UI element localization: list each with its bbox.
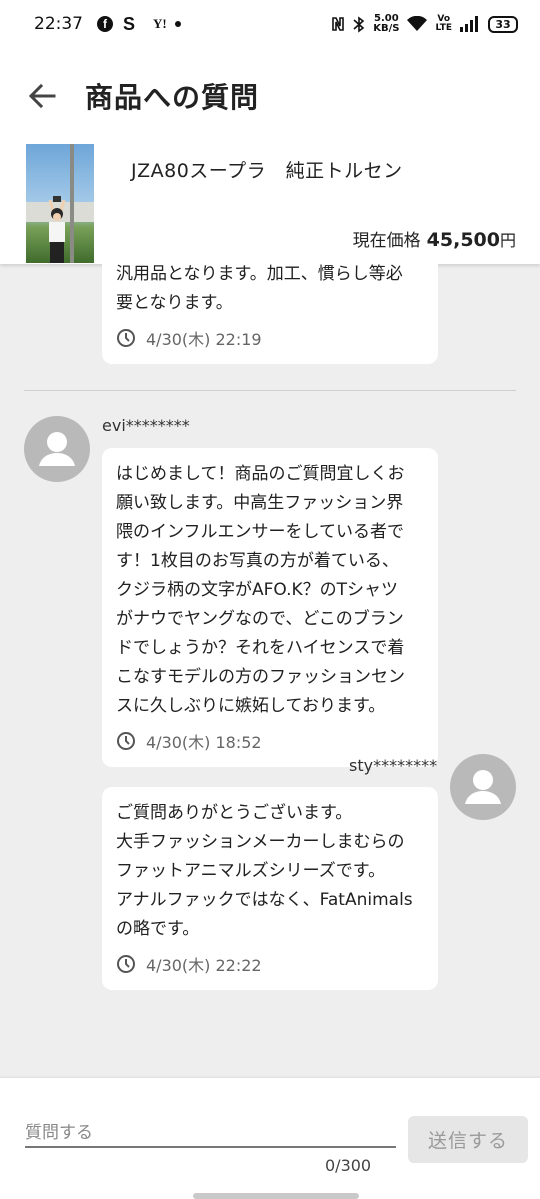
notification-icons: f S: [97, 14, 135, 35]
gesture-nav-bar[interactable]: [193, 1193, 359, 1199]
thread-divider: [24, 390, 516, 391]
thumbnail-person: [48, 196, 66, 263]
message-timestamp: 4/30(木) 22:22: [116, 952, 424, 976]
username: sty********: [349, 756, 438, 775]
facebook-icon: f: [97, 16, 113, 32]
product-summary[interactable]: JZA80スープラ 純正トルセン 現在価格 45,500 円: [0, 144, 540, 264]
nfc-icon: [332, 17, 345, 31]
question-input[interactable]: 質問する: [25, 1118, 93, 1143]
app-header: 商品への質問: [0, 48, 540, 144]
message-timestamp: 4/30(木) 22:19: [116, 326, 424, 350]
product-name: JZA80スープラ 純正トルセン: [131, 160, 403, 182]
avatar: [450, 754, 516, 820]
app-s-icon: S: [123, 13, 136, 34]
user-icon: [465, 770, 501, 804]
bluetooth-icon: [353, 15, 365, 33]
wifi-icon: [407, 16, 428, 31]
user-icon: [39, 432, 75, 466]
price-unit: 円: [499, 231, 516, 250]
message-text: 汎用品となります。加工、慣らし等必 要となります。: [116, 264, 403, 313]
status-bar: 22:37 f S Y! 5.00 KB/S Vo LTE 33: [0, 0, 540, 48]
clock-icon: [117, 732, 135, 750]
avatar: [24, 416, 90, 482]
message-timestamp: 4/30(木) 18:52: [116, 729, 424, 753]
page-title: 商品への質問: [85, 81, 260, 114]
message-text: ご質問ありがとうございます。 大手ファッションメーカーしまむらの ファットアニマ…: [116, 803, 413, 939]
question-thread[interactable]: 汎用品となります。加工、慣らし等必 要となります。 4/30(木) 22:19 …: [0, 264, 540, 1078]
volte-icon: Vo LTE: [435, 14, 452, 33]
yahoo-icon: Y!: [153, 16, 167, 31]
message-bubble: 汎用品となります。加工、慣らし等必 要となります。 4/30(木) 22:19: [102, 264, 438, 364]
send-button[interactable]: 送信する: [408, 1116, 528, 1163]
more-notifications-dot: [174, 21, 181, 27]
price-value: 45,500: [426, 229, 500, 251]
product-thumbnail[interactable]: [26, 144, 94, 263]
thumbnail-pole: [70, 144, 74, 263]
question-composer: 質問する 0/300 送信する: [0, 1078, 540, 1199]
current-price: 現在価格 45,500 円: [353, 226, 516, 251]
character-counter: 0/300: [325, 1156, 372, 1175]
status-time: 22:37: [34, 14, 83, 34]
clock-icon: [117, 955, 135, 973]
signal-icon: [460, 16, 478, 32]
message-text: はじめまして！商品のご質問宜しくお 願い致します。中高生ファッション界 隈のイン…: [116, 464, 405, 716]
back-arrow-icon[interactable]: [27, 81, 57, 111]
clock-icon: [117, 329, 135, 347]
input-underline: [25, 1146, 396, 1148]
system-icons: 5.00 KB/S Vo LTE 33: [331, 14, 518, 34]
network-speed: 5.00 KB/S: [373, 13, 400, 34]
message-bubble: はじめまして！商品のご質問宜しくお 願い致します。中高生ファッション界 隈のイン…: [102, 448, 438, 767]
price-label: 現在価格: [352, 231, 421, 251]
battery-icon: 33: [488, 15, 518, 33]
username: evi********: [102, 416, 190, 435]
message-bubble: ご質問ありがとうございます。 大手ファッションメーカーしまむらの ファットアニマ…: [102, 787, 438, 990]
